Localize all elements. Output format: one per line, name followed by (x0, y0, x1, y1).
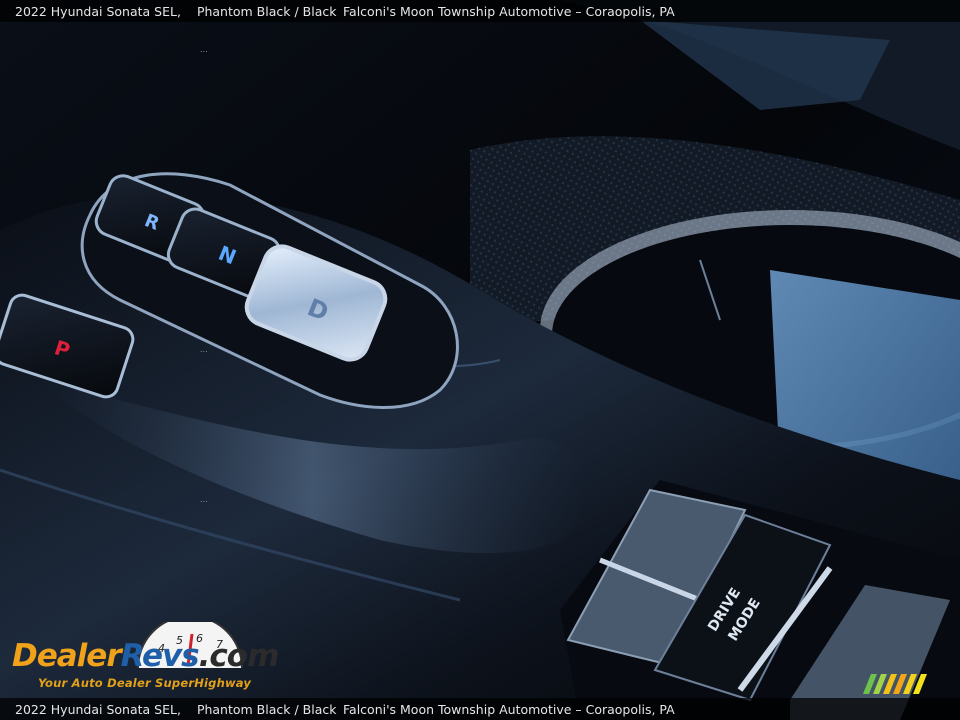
watermark-dots-1: ... (200, 45, 208, 54)
stripes-badge-icon (863, 674, 927, 694)
caption-color-bottom: Phantom Black / Black (196, 701, 337, 717)
console-photo: R N D P DRIVE MODE ... ... ... (0, 0, 960, 720)
logo-part-dealer: Dealer (12, 638, 122, 674)
logo-part-com: .com (198, 638, 280, 674)
caption-dealer: Falconi's Moon Township Automotive – Cor… (343, 3, 675, 19)
watermark-dots-3: ... (200, 495, 208, 504)
logo-part-revs: Revs (120, 638, 200, 674)
caption-dealer-bottom: Falconi's Moon Township Automotive – Cor… (343, 701, 675, 717)
dealerrevs-logo: DealerRevs.com (12, 638, 280, 674)
caption-color: Phantom Black / Black (196, 3, 337, 19)
caption-vehicle-bottom: 2022 Hyundai Sonata SEL, (15, 701, 181, 717)
caption-vehicle-info-bottom: 2022 Hyundai Sonata SEL, Phantom Black / … (15, 702, 336, 717)
logo-tagline: Your Auto Dealer SuperHighway (38, 676, 252, 690)
caption-vehicle: 2022 Hyundai Sonata SEL, (15, 3, 181, 19)
caption-vehicle-info: 2022 Hyundai Sonata SEL, Phantom Black / … (15, 4, 336, 19)
bottom-caption-bar: 2022 Hyundai Sonata SEL, Phantom Black / … (0, 698, 960, 720)
dealerrevs-watermark: 4 5 6 7 DealerRevs.com Your Auto Dealer … (10, 622, 279, 694)
watermark-dots-2: ... (200, 345, 208, 354)
top-caption-bar: 2022 Hyundai Sonata SEL, Phantom Black / … (0, 0, 960, 22)
